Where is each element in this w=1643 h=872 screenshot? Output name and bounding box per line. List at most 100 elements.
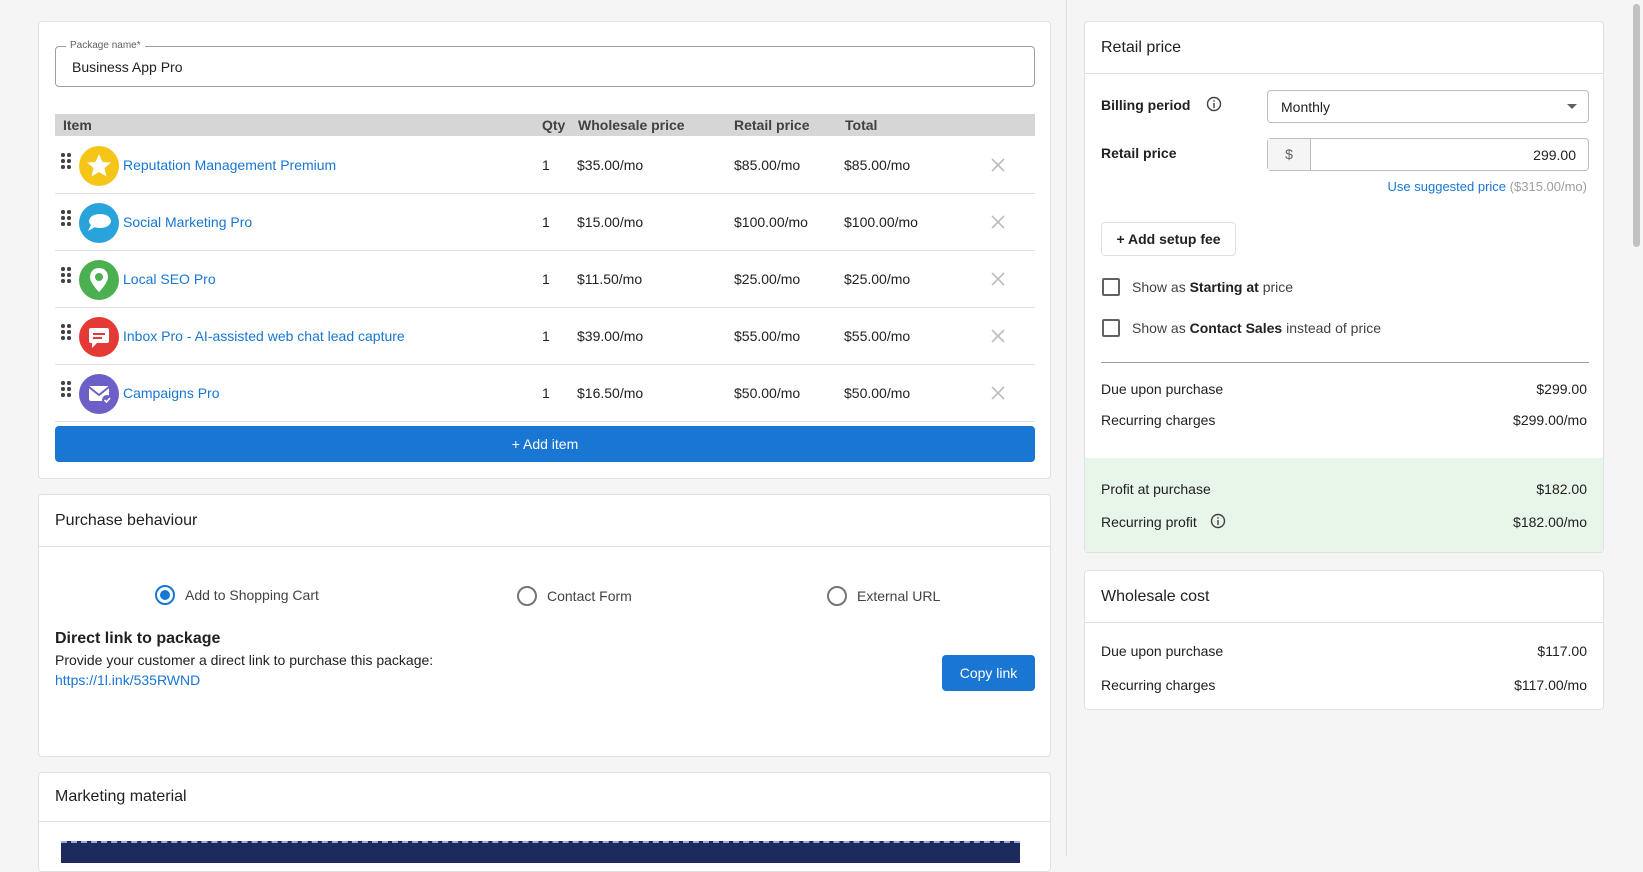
caret-down-icon [1567, 104, 1577, 109]
qty-value: 1 [542, 214, 550, 230]
direct-link-url[interactable]: https://1l.ink/535RWND [55, 672, 200, 688]
drag-handle-icon[interactable] [61, 153, 71, 173]
remove-item-icon[interactable] [990, 214, 1006, 230]
retail-value: $25.00/mo [734, 271, 801, 287]
marketing-material-card: Marketing material [38, 772, 1051, 872]
wholesale-cost-title: Wholesale cost [1085, 571, 1603, 623]
col-wholesale: Wholesale price [578, 117, 685, 133]
column-divider [1066, 0, 1067, 856]
remove-item-icon[interactable] [990, 271, 1006, 287]
items-table-header: Item Qty Wholesale price Retail price To… [55, 114, 1035, 136]
wholesale-due-value: $117.00 [1537, 643, 1587, 659]
use-suggested-price-link[interactable]: Use suggested price [1388, 179, 1507, 194]
recurring-charges-label: Recurring charges [1101, 412, 1216, 428]
wholesale-recurring-value: $117.00/mo [1514, 677, 1587, 693]
contact-sales-checkbox[interactable] [1102, 319, 1120, 337]
suggested-price-value: ($315.00/mo) [1509, 179, 1587, 194]
col-retail: Retail price [734, 117, 810, 133]
starting-at-checkbox[interactable] [1102, 278, 1120, 296]
table-row: Local SEO Pro 1 $11.50/mo $25.00/mo $25.… [55, 251, 1035, 308]
billing-period-select[interactable]: Monthly [1267, 90, 1589, 123]
package-name-field[interactable]: Package name* Business App Pro [55, 40, 1035, 87]
starting-at-label[interactable]: Show as Starting at price [1132, 279, 1293, 295]
retail-price-card: Retail price Billing period Monthly Reta… [1084, 21, 1604, 553]
product-name[interactable]: Reputation Management Premium [123, 157, 336, 173]
wholesale-cost-card: Wholesale cost Due upon purchase $117.00… [1084, 570, 1604, 710]
profit-at-purchase-label: Profit at purchase [1101, 481, 1211, 497]
drag-handle-icon[interactable] [61, 381, 71, 401]
col-qty: Qty [542, 117, 566, 133]
total-value: $25.00/mo [844, 271, 911, 287]
purchase-behaviour-card: Purchase behaviour Add to Shopping Cart … [38, 494, 1051, 757]
qty-value: 1 [542, 385, 550, 401]
retail-value: $85.00/mo [734, 157, 801, 173]
wholesale-value: $39.00/mo [577, 328, 644, 344]
scroll-thumb[interactable] [1633, 4, 1640, 247]
radio-add-to-cart[interactable] [155, 585, 175, 605]
retail-price-input[interactable]: $ 299.00 [1267, 138, 1589, 171]
recurring-charges-value: $299.00/mo [1513, 412, 1587, 428]
product-name[interactable]: Inbox Pro - AI-assisted web chat lead ca… [123, 328, 405, 344]
info-icon[interactable] [1206, 96, 1222, 112]
package-items-card: Package name* Business App Pro Item Qty … [38, 21, 1051, 479]
col-item: Item [63, 117, 92, 133]
package-name-value[interactable]: Business App Pro [72, 59, 183, 75]
retail-value: $55.00/mo [734, 328, 801, 344]
wholesale-due-label: Due upon purchase [1101, 643, 1224, 659]
total-value: $50.00/mo [844, 385, 911, 401]
drag-handle-icon[interactable] [61, 324, 71, 344]
page-scrollbar[interactable] [1629, 0, 1643, 856]
remove-item-icon[interactable] [990, 157, 1006, 173]
wholesale-recurring-label: Recurring charges [1101, 677, 1216, 693]
radio-external-url-label[interactable]: External URL [857, 588, 940, 604]
divider [1101, 362, 1589, 363]
product-name[interactable]: Campaigns Pro [123, 385, 220, 401]
qty-value: 1 [542, 271, 550, 287]
package-name-label: Package name* [66, 40, 145, 51]
table-row: Campaigns Pro 1 $16.50/mo $50.00/mo $50.… [55, 365, 1035, 422]
retail-value: $50.00/mo [734, 385, 801, 401]
copy-link-button[interactable]: Copy link [942, 655, 1035, 691]
drag-handle-icon[interactable] [61, 267, 71, 287]
total-value: $85.00/mo [844, 157, 911, 173]
purchase-behaviour-title: Purchase behaviour [39, 495, 1050, 547]
profit-at-purchase-value: $182.00 [1536, 481, 1587, 497]
suggested-price: Use suggested price ($315.00/mo) [1388, 179, 1587, 194]
retail-price-label: Retail price [1101, 145, 1177, 161]
radio-external-url[interactable] [827, 586, 847, 606]
remove-item-icon[interactable] [990, 385, 1006, 401]
currency-prefix: $ [1268, 139, 1311, 170]
wholesale-value: $11.50/mo [577, 271, 643, 287]
add-setup-fee-button[interactable]: + Add setup fee [1101, 222, 1236, 256]
due-upon-purchase-value: $299.00 [1536, 381, 1587, 397]
marketing-banner-image [61, 841, 1020, 863]
product-name[interactable]: Local SEO Pro [123, 271, 216, 287]
remove-item-icon[interactable] [990, 328, 1006, 344]
radio-contact-form[interactable] [517, 586, 537, 606]
contact-sales-label[interactable]: Show as Contact Sales instead of price [1132, 320, 1381, 336]
billing-period-value: Monthly [1281, 99, 1331, 115]
star-icon [79, 146, 119, 186]
radio-contact-form-label[interactable]: Contact Form [547, 588, 632, 604]
direct-link-description: Provide your customer a direct link to p… [55, 652, 434, 668]
retail-price-value[interactable]: 299.00 [1533, 147, 1576, 163]
total-value: $55.00/mo [844, 328, 911, 344]
total-value: $100.00/mo [844, 214, 918, 230]
drag-handle-icon[interactable] [61, 210, 71, 230]
radio-add-to-cart-label[interactable]: Add to Shopping Cart [185, 587, 319, 603]
wholesale-value: $15.00/mo [577, 214, 644, 230]
marketing-material-title: Marketing material [39, 773, 1050, 822]
wholesale-value: $16.50/mo [577, 385, 644, 401]
recurring-profit-label: Recurring profit [1101, 514, 1197, 530]
qty-value: 1 [542, 328, 550, 344]
direct-link-title: Direct link to package [55, 630, 221, 647]
retail-price-title: Retail price [1085, 22, 1603, 74]
map-pin-icon [79, 260, 119, 300]
chat-bubble-icon [79, 203, 119, 243]
profit-section: Profit at purchase $182.00 Recurring pro… [1085, 458, 1603, 552]
recurring-profit-value: $182.00/mo [1513, 514, 1587, 530]
info-icon[interactable] [1210, 513, 1226, 529]
product-name[interactable]: Social Marketing Pro [123, 214, 252, 230]
add-item-button[interactable]: + Add item [55, 426, 1035, 462]
qty-value: 1 [542, 157, 550, 173]
